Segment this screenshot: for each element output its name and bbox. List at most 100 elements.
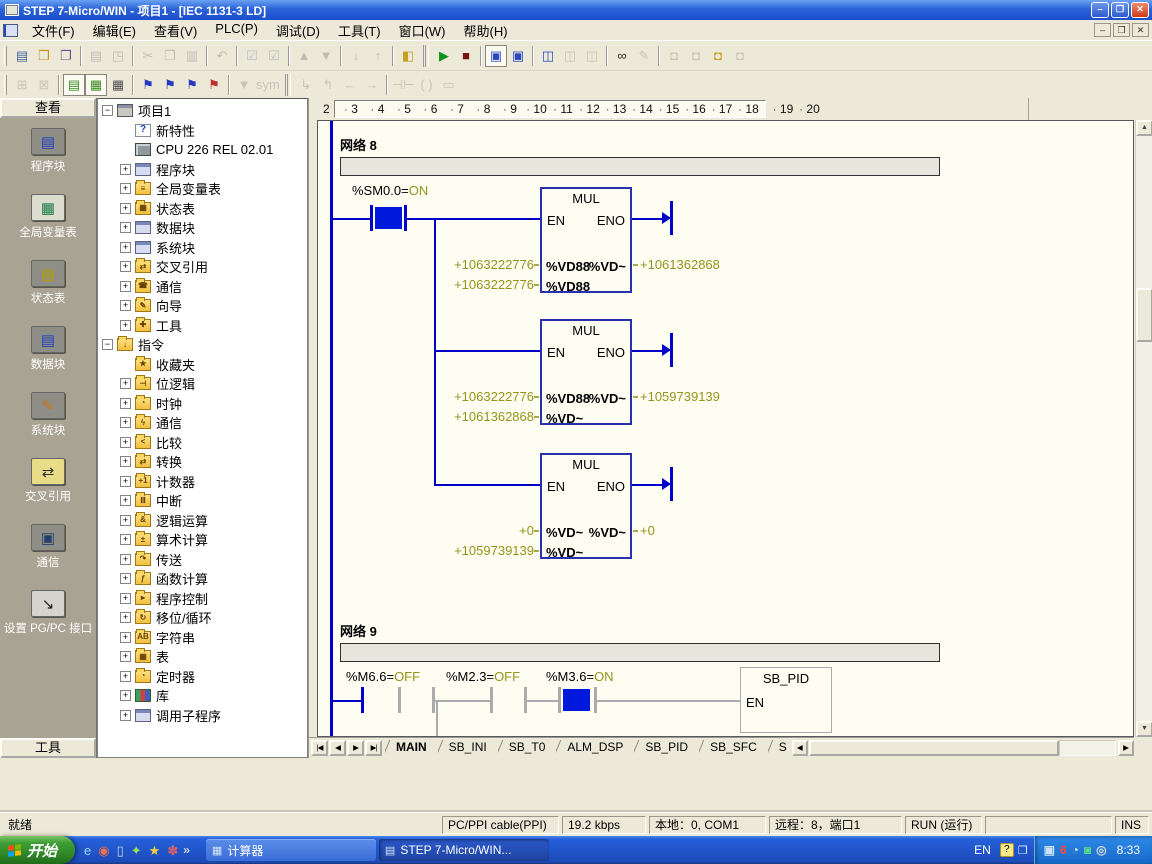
tree-item[interactable]: ϟ 通信 bbox=[98, 413, 307, 433]
copy-icon[interactable]: ❐ bbox=[159, 45, 181, 67]
tree-item[interactable]: ▦ 表 bbox=[98, 647, 307, 667]
tree-item[interactable]: ⇄ 转换 bbox=[98, 452, 307, 472]
tree-item[interactable]: ★ 收藏夹 bbox=[98, 355, 307, 375]
tree-expander[interactable] bbox=[120, 515, 131, 526]
volume-icon[interactable]: ◎ bbox=[1096, 844, 1106, 856]
tree-item[interactable]: ↻ 移位/循环 bbox=[98, 608, 307, 628]
tree-item[interactable]: ⊣ 位逻辑 bbox=[98, 374, 307, 394]
run-icon[interactable]: ▶ bbox=[433, 45, 455, 67]
mul-block[interactable]: MUL EN ENO %VD88 %VD~ %VD88 bbox=[540, 187, 632, 293]
toolbar-grip[interactable] bbox=[4, 46, 7, 66]
view-cross-reference[interactable]: ⇄ 交叉引用 bbox=[25, 458, 71, 504]
network-title[interactable]: 网络 8 bbox=[340, 135, 377, 154]
toggle-bookmark-icon[interactable]: ⚑ bbox=[137, 74, 159, 96]
sb-pid-block[interactable]: SB_PID EN bbox=[740, 667, 832, 733]
options-icon[interactable]: ◧ bbox=[397, 45, 419, 67]
ie-icon[interactable]: e bbox=[84, 844, 91, 857]
view-status-chart[interactable]: ▤ 状态表 bbox=[31, 260, 66, 306]
menu-item[interactable]: 帮助(H) bbox=[455, 19, 517, 42]
print-preview-icon[interactable]: ◳ bbox=[107, 45, 129, 67]
menu-item[interactable]: 文件(F) bbox=[23, 19, 84, 42]
network-comment[interactable] bbox=[340, 643, 940, 662]
tree-item[interactable]: 系统块 bbox=[98, 238, 307, 258]
chart-status-icon[interactable]: ◫ bbox=[537, 45, 559, 67]
monitor-glasses-icon[interactable]: ∞ bbox=[611, 45, 633, 67]
tree-expander[interactable] bbox=[120, 710, 131, 721]
vertical-scrollbar[interactable]: ▲ ▼ bbox=[1135, 120, 1152, 737]
block-output-operand[interactable]: %VD~ bbox=[589, 391, 626, 406]
tree-expander[interactable] bbox=[120, 378, 131, 389]
open-project-icon[interactable]: ❒ bbox=[33, 45, 55, 67]
mul-block[interactable]: MUL EN ENO %VD88 %VD~ %VD~ bbox=[540, 319, 632, 425]
block-input-operand[interactable]: %VD88 bbox=[546, 259, 590, 274]
view-global-variable-table[interactable]: ▦ 全局变量表 bbox=[19, 194, 77, 240]
toggle-pou-comments-icon[interactable]: ▤ bbox=[63, 74, 85, 96]
line-left-icon[interactable]: ← bbox=[339, 74, 361, 96]
vertical-scrollbar-thumb[interactable] bbox=[1136, 288, 1152, 342]
tree-expander[interactable] bbox=[120, 242, 131, 253]
compile-icon[interactable]: ☑ bbox=[241, 45, 263, 67]
unforce-lock-icon[interactable]: ◘ bbox=[685, 45, 707, 67]
contact-symbol[interactable] bbox=[370, 205, 373, 231]
tab-nav-button[interactable]: ▶ bbox=[347, 740, 364, 756]
view-program-block[interactable]: ▤ 程序块 bbox=[31, 128, 66, 174]
tab-nav-button[interactable]: ◀ bbox=[329, 740, 346, 756]
compile-all-icon[interactable]: ☑ bbox=[263, 45, 285, 67]
program-status-icon[interactable]: ▣ bbox=[485, 45, 507, 67]
menu-item[interactable]: 编辑(E) bbox=[84, 19, 145, 42]
stop-icon[interactable]: ■ bbox=[455, 45, 477, 67]
view-data-block[interactable]: ▤ 数据块 bbox=[31, 326, 66, 372]
apply-symbols-icon[interactable]: ▼ bbox=[233, 74, 255, 96]
horizontal-scrollbar-thumb[interactable] bbox=[809, 740, 1059, 756]
tree-item[interactable]: 数据块 bbox=[98, 218, 307, 238]
tree-item[interactable]: Ⅲ 中断 bbox=[98, 491, 307, 511]
pou-tab[interactable]: SB_SFC bbox=[699, 738, 768, 758]
pause-program-status-icon[interactable]: ▣ bbox=[507, 45, 529, 67]
clear-bookmarks-icon[interactable]: ⚑ bbox=[203, 74, 225, 96]
tree-item[interactable]: ↷ 传送 bbox=[98, 550, 307, 570]
tree-expander[interactable] bbox=[120, 534, 131, 545]
minimize-button[interactable]: – bbox=[1091, 2, 1109, 18]
ladder-canvas[interactable]: 网络 8 %SM0.0=ON MUL EN ENO %VD88 %VD~ bbox=[317, 120, 1134, 737]
undo-icon[interactable]: ↶ bbox=[211, 45, 233, 67]
tree-expander[interactable] bbox=[120, 222, 131, 233]
menu-item[interactable]: 查看(V) bbox=[145, 19, 206, 42]
tree-item[interactable]: 调用子程序 bbox=[98, 706, 307, 726]
tree-item[interactable]: 库 bbox=[98, 686, 307, 706]
download-icon[interactable]: ▼ bbox=[315, 45, 337, 67]
upload-icon[interactable]: ▲ bbox=[293, 45, 315, 67]
tree-expander[interactable] bbox=[120, 671, 131, 682]
pause-chart-status-icon[interactable]: ◫ bbox=[559, 45, 581, 67]
single-read-icon[interactable]: ◫ bbox=[581, 45, 603, 67]
sym-toggle-icon[interactable]: sym bbox=[255, 74, 281, 96]
toggle-network-comments-icon[interactable]: ▦ bbox=[85, 74, 107, 96]
tree-expander[interactable] bbox=[120, 164, 131, 175]
horizontal-scrollbar-track[interactable] bbox=[1059, 740, 1116, 756]
mdi-restore-button[interactable]: ❐ bbox=[1113, 23, 1130, 37]
pou-tab[interactable]: SB_T0 bbox=[498, 738, 557, 758]
tree-item[interactable]: ✎ 向导 bbox=[98, 296, 307, 316]
tree-item[interactable]: CPU 226 REL 02.01 bbox=[98, 140, 307, 160]
tree-item[interactable]: ✚ 工具 bbox=[98, 316, 307, 336]
menu-item[interactable]: 窗口(W) bbox=[390, 19, 455, 42]
tree-expander[interactable] bbox=[120, 612, 131, 623]
pou-tab[interactable]: S bbox=[768, 738, 790, 758]
green-agent-icon[interactable]: ◙ bbox=[1084, 844, 1091, 856]
tree-item[interactable]: ☎ 通信 bbox=[98, 277, 307, 297]
view-set-pg-pc-interface[interactable]: ↘ 设置 PG/PC 接口 bbox=[4, 590, 92, 636]
contact-symbol[interactable] bbox=[398, 687, 401, 713]
tree-item[interactable]: ▦ 状态表 bbox=[98, 199, 307, 219]
restore-button[interactable]: ❐ bbox=[1111, 2, 1129, 18]
tree-expander[interactable] bbox=[120, 593, 131, 604]
next-bookmark-icon[interactable]: ⚑ bbox=[159, 74, 181, 96]
block-output-operand[interactable]: %VD~ bbox=[589, 259, 626, 274]
tree-expander[interactable] bbox=[120, 300, 131, 311]
tree-item[interactable]: +1 计数器 bbox=[98, 472, 307, 492]
sort-ascending-icon[interactable]: ↓ bbox=[345, 45, 367, 67]
tree-expander[interactable] bbox=[120, 320, 131, 331]
paste-icon[interactable]: ▥ bbox=[181, 45, 203, 67]
network-status-icon[interactable]: ▣ bbox=[1044, 844, 1055, 856]
force-pen-icon[interactable]: ✎ bbox=[633, 45, 655, 67]
tree-expander[interactable] bbox=[120, 203, 131, 214]
sort-descending-icon[interactable]: ↑ bbox=[367, 45, 389, 67]
